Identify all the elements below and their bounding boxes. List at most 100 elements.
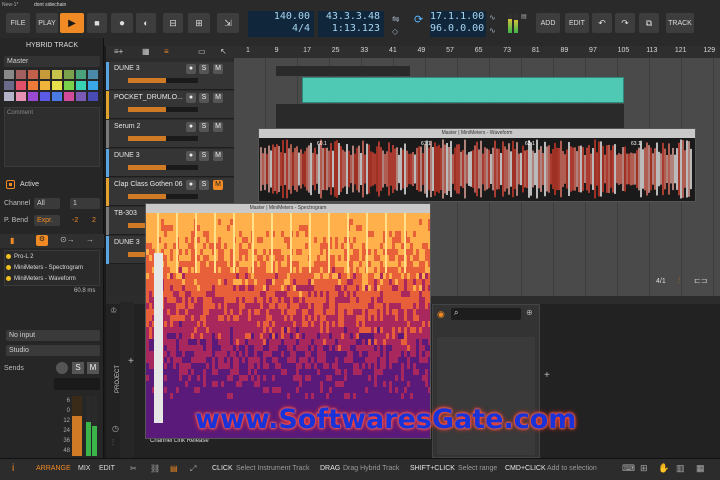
grid-icon[interactable]: ▦ (142, 47, 150, 56)
scissors-icon[interactable]: ✂ (130, 464, 137, 473)
track-name[interactable]: Serum 2 (114, 123, 140, 130)
window-tab-2[interactable]: dont sidechain (34, 2, 66, 8)
active-toggle[interactable] (6, 180, 15, 189)
track-header[interactable]: Clap Class Gothen 06 ● S M (106, 178, 234, 206)
output-dropdown[interactable]: Studio (6, 345, 100, 356)
volume-fader[interactable] (72, 396, 82, 456)
clip-dune3[interactable] (302, 77, 624, 103)
track-name[interactable]: TB-303 (114, 210, 137, 217)
add-button[interactable]: ADD (536, 13, 560, 33)
loop-icon[interactable]: ⟳ (414, 13, 423, 26)
edit-button[interactable]: EDIT (565, 13, 589, 33)
info-icon[interactable]: i (12, 463, 14, 474)
tempo-value[interactable]: 140.00 (248, 11, 310, 23)
track-volume-fader[interactable] (128, 78, 198, 83)
solo-button[interactable]: S (199, 122, 209, 132)
mute-button[interactable]: M (213, 93, 223, 103)
redo-button[interactable]: ↷ (615, 13, 635, 33)
undo-button[interactable]: ↶ (592, 13, 612, 33)
settings-icon[interactable]: ⚙ (36, 235, 48, 246)
clock-icon[interactable]: ◷ (112, 424, 119, 433)
add-track-icon[interactable]: ≡+ (114, 47, 123, 56)
pointer-tool-icon[interactable]: ↖ (220, 47, 227, 56)
channel-number-dropdown[interactable]: 1 (70, 198, 100, 209)
mute-button[interactable]: M (213, 151, 223, 161)
stop-button[interactable]: ■ (87, 13, 107, 33)
file-button[interactable]: FILE (6, 13, 30, 33)
mute-button[interactable]: M (213, 64, 223, 74)
track-header[interactable]: DUNE 3●SM (106, 149, 234, 177)
fx-item-waveform[interactable]: MiniMeters - Waveform (6, 274, 98, 284)
track-volume-fader[interactable] (128, 194, 198, 199)
solo-button[interactable]: S (72, 362, 84, 374)
fx-item-spectrogram[interactable]: MiniMeters - Spectrogram (6, 263, 98, 273)
browser-search-input[interactable]: ⌕ (451, 308, 521, 320)
track-name[interactable]: DUNE 3 (114, 65, 140, 72)
position-display[interactable]: 43.3.3.48 1:13.123 (318, 11, 384, 37)
loop-start[interactable]: 17.1.1.00 (430, 11, 484, 23)
timeline-ruler[interactable]: 1 9 17 25 33 41 49 57 65 73 81 89 97 105 113 121 129 (234, 46, 720, 58)
link-icon[interactable]: ⛓ (150, 464, 160, 473)
mute-button[interactable]: M (213, 122, 223, 132)
list-view-icon[interactable]: ≡ (164, 47, 169, 56)
monitor-button[interactable]: ● (186, 93, 196, 103)
mixer-icon[interactable]: ⊞ (640, 463, 648, 474)
mute-button[interactable]: M (87, 362, 99, 374)
pbend-up[interactable]: 2 (92, 217, 96, 224)
overdub-button[interactable]: ⊟ (163, 13, 183, 33)
add-panel-icon[interactable]: + (128, 356, 134, 367)
clip-dark-1[interactable] (276, 66, 410, 76)
device-chain-icon[interactable]: ▮ (10, 236, 14, 245)
meter-icon[interactable]: ▥ (676, 463, 685, 474)
browser-icon[interactable]: ◉ (437, 309, 445, 320)
comment-box[interactable]: Comment (4, 107, 100, 167)
browser-add-icon[interactable]: ⊕ (526, 308, 533, 317)
clip-launcher-button[interactable]: ⊞ (188, 13, 210, 33)
input-dropdown[interactable]: No input (6, 330, 100, 341)
window-tab-1[interactable]: New-1* (2, 2, 18, 8)
add-device-icon[interactable]: + (544, 370, 550, 381)
fit-icon[interactable]: ⊏⊐ (694, 276, 707, 285)
keyboard-icon[interactable]: ⌨ (622, 463, 635, 474)
pbend-down[interactable]: -2 (72, 217, 78, 224)
automation-button[interactable]: ◐ (136, 13, 156, 33)
track-volume-fader[interactable] (128, 136, 198, 141)
loop-range-display[interactable]: 17.1.1.00 96.0.0.00 (430, 11, 486, 37)
solo-button[interactable]: S (199, 93, 209, 103)
piano-icon[interactable]: ▦ (696, 463, 705, 474)
zoom-icon[interactable]: ⫶ (678, 276, 680, 286)
clip-icon[interactable]: ▤ (170, 464, 178, 473)
channel-dropdown[interactable]: All (34, 198, 60, 209)
monitor-button[interactable] (56, 362, 68, 374)
track-name[interactable]: DUNE 3 (114, 152, 140, 159)
solo-button[interactable]: S (199, 180, 209, 190)
track-header[interactable]: DUNE 3 ●SM (106, 62, 234, 90)
sliders-icon[interactable]: ⫶ (112, 438, 114, 448)
monitor-button[interactable]: ● (186, 64, 196, 74)
record-button[interactable]: ● (111, 13, 133, 33)
solo-button[interactable]: S (199, 64, 209, 74)
track-button[interactable]: TRACK (666, 13, 694, 33)
volume-readout[interactable] (54, 378, 100, 390)
play-label-button[interactable]: PLAY (36, 13, 58, 33)
note-fx-icon[interactable]: ⊙→ (60, 235, 75, 244)
follow-icon[interactable]: ◇ (392, 27, 398, 36)
expand-icon[interactable]: ⤢ (190, 464, 196, 474)
metronome-icon[interactable]: ⇋ (392, 14, 400, 25)
track-name[interactable]: Clap Class Gothen 06 (114, 181, 182, 188)
monitor-button[interactable]: ● (186, 180, 196, 190)
tempo-display[interactable]: 140.00 4/4 (248, 11, 314, 37)
group-field[interactable]: Master (4, 56, 100, 67)
track-volume-fader[interactable] (128, 107, 198, 112)
solo-button[interactable]: S (199, 151, 209, 161)
hand-icon[interactable]: ✋ (658, 463, 669, 474)
play-button[interactable]: ▶ (60, 13, 84, 33)
copy-button[interactable]: ⧉ (639, 13, 659, 33)
audio-fx-icon[interactable]: → (86, 235, 94, 244)
track-volume-fader[interactable] (128, 165, 198, 170)
edit-tab[interactable]: EDIT (99, 465, 115, 472)
mute-button[interactable]: M (213, 180, 223, 190)
track-name[interactable]: DUNE 3 (114, 239, 140, 246)
pbend-mode-dropdown[interactable]: Expr. (34, 215, 60, 226)
arrange-tab[interactable]: ARRANGE (36, 465, 71, 472)
